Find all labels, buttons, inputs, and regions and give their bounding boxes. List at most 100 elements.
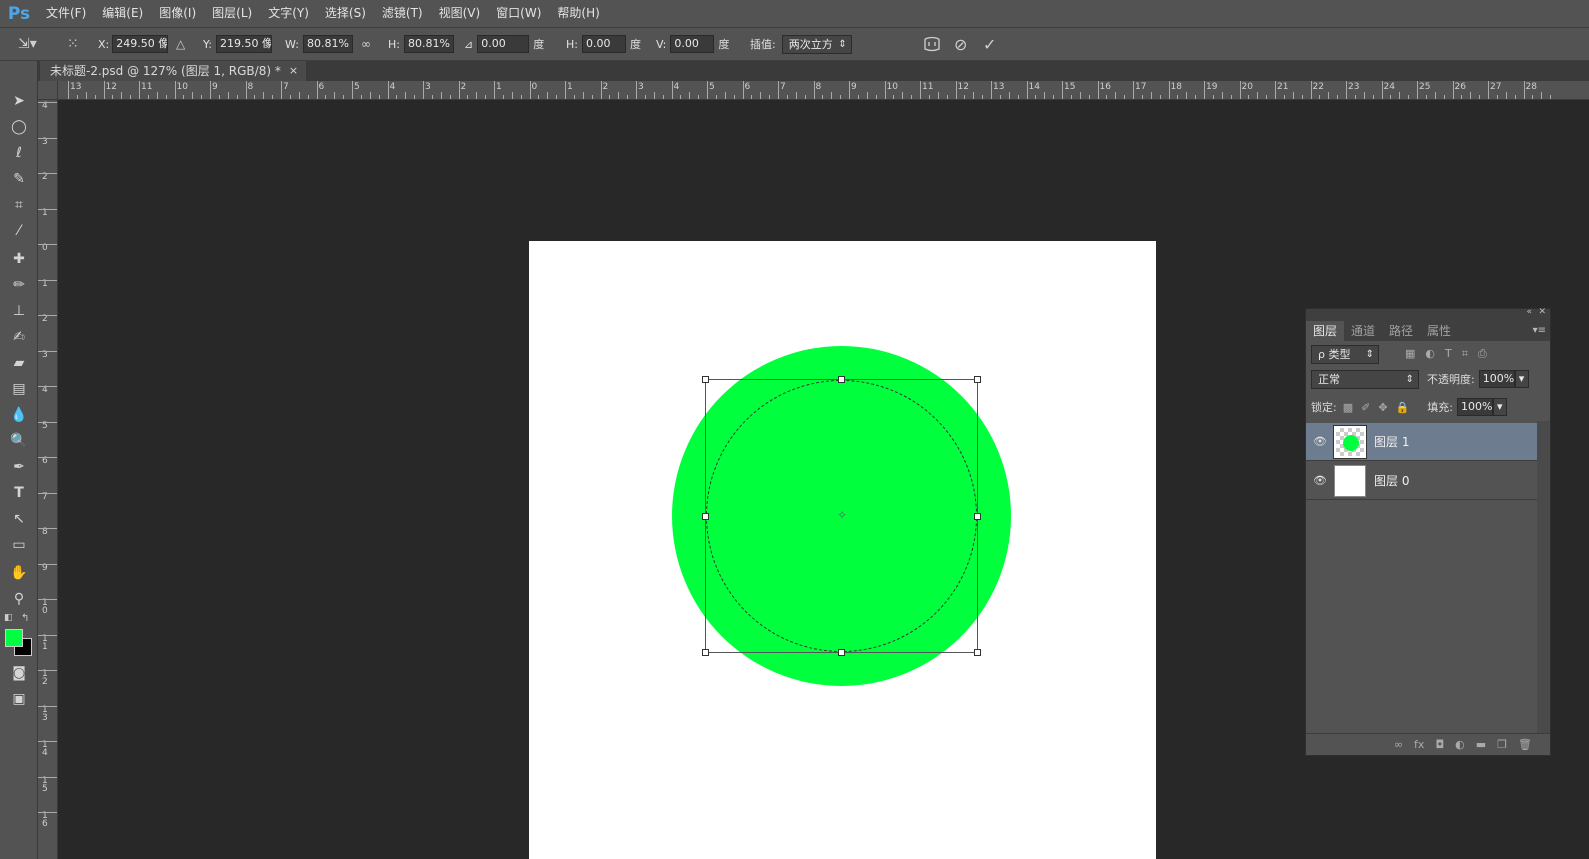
collapse-panel-icon[interactable]: « [1526, 307, 1532, 317]
menu-edit[interactable]: 编辑(E) [94, 0, 151, 27]
tab-properties[interactable]: 属性 [1420, 321, 1458, 341]
interpolation-select[interactable]: 两次立方 [781, 34, 852, 54]
delete-layer-icon[interactable]: 🗑 [1518, 738, 1532, 751]
gradient-tool-icon[interactable]: ▤ [6, 377, 32, 401]
close-tab-icon[interactable]: × [289, 61, 298, 81]
hand-tool-icon[interactable]: ✋ [6, 561, 32, 585]
transform-handle-bottom[interactable] [838, 649, 845, 656]
photoshop-logo: Ps [7, 3, 31, 24]
menu-type[interactable]: 文字(Y) [260, 0, 317, 27]
link-layers-icon[interactable]: ∞ [1394, 738, 1403, 751]
document-canvas[interactable]: ✧ [529, 241, 1156, 859]
layer-name[interactable]: 图层 1 [1374, 433, 1409, 450]
filter-icons[interactable]: ▦◐T⌗⎙ [1405, 347, 1497, 361]
cancel-transform-icon[interactable]: ⊘ [954, 28, 974, 60]
layer-row-1[interactable]: 👁 图层 1 [1306, 423, 1537, 461]
fill-field[interactable]: 100% [1456, 398, 1493, 416]
blend-mode-select[interactable]: 正常 [1311, 369, 1419, 389]
transform-center-icon[interactable]: ✧ [836, 508, 848, 522]
commit-transform-icon[interactable]: ✓ [983, 28, 1003, 60]
link-icon[interactable]: ∞ [361, 28, 379, 60]
relative-position-icon[interactable]: △ [176, 28, 192, 60]
transform-handle-left[interactable] [702, 513, 709, 520]
swap-colors-icon[interactable]: ↰ [21, 613, 29, 624]
transform-handle-top[interactable] [838, 376, 845, 383]
elliptical-marquee-icon[interactable]: ◯ [6, 115, 32, 139]
tab-channels[interactable]: 通道 [1344, 321, 1382, 341]
y-field[interactable]: 219.50 像素 [215, 35, 272, 53]
new-layer-icon[interactable]: ❐ [1497, 738, 1507, 751]
transform-handle-top-right[interactable] [974, 376, 981, 383]
x-field[interactable]: 249.50 像素 [112, 35, 169, 53]
visibility-eye-icon[interactable]: 👁 [1306, 435, 1334, 448]
menu-view[interactable]: 视图(V) [431, 0, 489, 27]
ruler-tick [636, 81, 637, 99]
zoom-tool-icon[interactable]: ⚲ [6, 587, 32, 611]
pen-tool-icon[interactable]: ✒ [6, 455, 32, 479]
reference-point-icon[interactable]: ⁙ [67, 28, 89, 60]
eyedropper-icon[interactable]: ⁄ [6, 219, 32, 243]
dodge-tool-icon[interactable]: 🔍 [6, 429, 32, 453]
close-panel-icon[interactable]: ✕ [1538, 307, 1546, 317]
clone-stamp-icon[interactable]: ⊥ [6, 299, 32, 323]
menu-window[interactable]: 窗口(W) [488, 0, 549, 27]
ruler-label: 16 [1099, 82, 1111, 92]
layer-name[interactable]: 图层 0 [1374, 472, 1409, 489]
menu-image[interactable]: 图像(I) [151, 0, 204, 27]
screen-mode-icon[interactable]: ▣ [6, 687, 32, 711]
ruler-label: 13 [42, 704, 48, 723]
height-field[interactable]: 80.81% [403, 35, 454, 53]
warp-icon[interactable] [923, 28, 945, 60]
visibility-eye-icon[interactable]: 👁 [1306, 474, 1334, 487]
tab-layers[interactable]: 图层 [1306, 321, 1345, 341]
quick-mask-icon[interactable]: ◙ [6, 661, 32, 685]
rotate-field[interactable]: 0.00 [477, 35, 530, 53]
transform-handle-top-left[interactable] [702, 376, 709, 383]
tab-paths[interactable]: 路径 [1382, 321, 1420, 341]
menu-file[interactable]: 文件(F) [38, 0, 94, 27]
menu-select[interactable]: 选择(S) [317, 0, 374, 27]
foreground-color-swatch[interactable] [5, 629, 23, 647]
fill-dropdown-icon[interactable]: ▾ [1492, 398, 1507, 416]
ruler-minor-tick [1248, 95, 1250, 99]
transform-handle-right[interactable] [974, 513, 981, 520]
opacity-dropdown-icon[interactable]: ▾ [1514, 370, 1529, 388]
layer-row-0[interactable]: 👁 图层 0 [1306, 462, 1537, 500]
horizontal-ruler: 13 12 11 10 9 8 7 6 5 4 3 2 1 0 1 2 3 4 5 6 7 8 9 10 11 12 13 14 15 1… [58, 81, 1589, 100]
new-group-icon[interactable]: ▬ [1476, 738, 1486, 751]
layer-filter-select[interactable]: ρ 类型 [1311, 344, 1379, 364]
panel-menu-icon[interactable]: ▾≡ [1533, 321, 1550, 341]
lasso-tool-icon[interactable]: ℓ [6, 141, 32, 165]
type-tool-icon[interactable]: T [6, 481, 32, 505]
crop-tool-icon[interactable]: ⌗ [6, 193, 32, 217]
brush-tool-icon[interactable]: ✏ [6, 273, 32, 297]
quick-selection-icon[interactable]: ✎ [6, 167, 32, 191]
history-brush-icon[interactable]: ✍ [6, 325, 32, 349]
move-tool-preset-icon[interactable]: ⇲▾ [18, 28, 48, 60]
move-tool-icon[interactable]: ➤ [6, 89, 32, 113]
blur-tool-icon[interactable]: 💧 [6, 403, 32, 427]
eraser-icon[interactable]: ▰ [6, 351, 32, 375]
path-selection-icon[interactable]: ↖ [6, 507, 32, 531]
skew-v-unit: 度 [718, 38, 730, 51]
menu-filter[interactable]: 滤镜(T) [374, 0, 431, 27]
rectangle-tool-icon[interactable]: ▭ [6, 533, 32, 557]
transform-handle-bottom-left[interactable] [702, 649, 709, 656]
default-colors-icon[interactable]: ◧ [4, 613, 13, 623]
width-field[interactable]: 80.81% [302, 35, 353, 53]
add-mask-icon[interactable]: ◘ [1435, 738, 1444, 751]
document-tab[interactable]: 未标题-2.psd @ 127% (图层 1, RGB/8) * × [40, 61, 307, 81]
adjustment-layer-icon[interactable]: ◐ [1455, 738, 1465, 751]
layer-style-icon[interactable]: fx [1414, 738, 1424, 751]
lock-icons[interactable]: ▩✐✥🔒 [1343, 401, 1418, 414]
opacity-field[interactable]: 100% [1478, 370, 1515, 388]
transform-handle-bottom-right[interactable] [974, 649, 981, 656]
menu-help[interactable]: 帮助(H) [549, 0, 607, 27]
menu-layer[interactable]: 图层(L) [204, 0, 260, 27]
healing-brush-icon[interactable]: ✚ [6, 247, 32, 271]
ruler-tick [1523, 81, 1525, 99]
skew-h-field[interactable]: 0.00 [581, 35, 626, 53]
free-transform-box[interactable]: ✧ [702, 376, 981, 656]
layers-scrollbar[interactable] [1537, 421, 1550, 734]
skew-v-field[interactable]: 0.00 [670, 35, 715, 53]
